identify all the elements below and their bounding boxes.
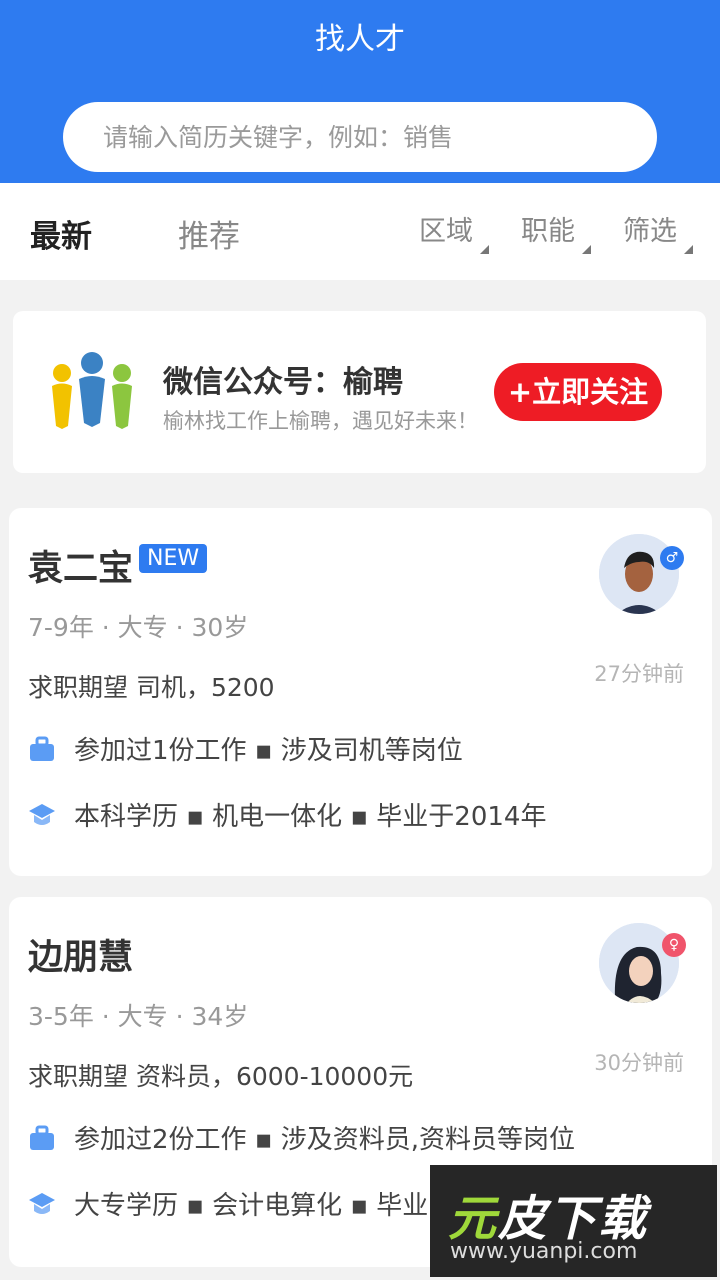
graduation-cap-icon (29, 803, 55, 825)
candidate-expectation: 求职期望 资料员，6000-10000元 (28, 1062, 414, 1091)
update-time: 27分钟前 (594, 662, 684, 686)
top-header: 找人才 (0, 0, 720, 183)
watermark-url: www.yuanpi.com (450, 1239, 638, 1264)
banner-subtitle: 榆林找工作上榆聘，遇见好未来！ (163, 409, 478, 433)
work-experience-text: 参加过2份工作 ▪ 涉及资料员,资料员等岗位 (74, 1125, 575, 1155)
briefcase-icon (30, 1125, 54, 1150)
candidate-name: 边朋慧 (28, 938, 134, 978)
male-icon: ♂ (660, 546, 684, 570)
work-experience-text: 参加过1份工作 ▪ 涉及司机等岗位 (74, 736, 463, 766)
dropdown-triangle-icon (582, 245, 591, 254)
female-icon: ♀ (662, 933, 686, 957)
tab-recommend[interactable]: 推荐 (178, 211, 240, 256)
candidate-meta: 3-5年 · 大专 · 34岁 (28, 1002, 249, 1031)
work-experience-row: 参加过2份工作 ▪ 涉及资料员,资料员等岗位 (28, 1119, 575, 1156)
briefcase-icon (30, 736, 54, 761)
filter-bar: 最新 推荐 区域 职能 筛选 (0, 183, 720, 280)
new-badge: NEW (139, 544, 208, 573)
search-input[interactable] (63, 102, 657, 172)
dropdown-triangle-icon (480, 245, 489, 254)
filter-area-label: 区域 (419, 216, 473, 247)
dropdown-triangle-icon (684, 245, 693, 254)
banner-title: 微信公众号：榆聘 (163, 365, 403, 400)
graduation-cap-icon (29, 1192, 55, 1214)
wechat-banner[interactable]: 微信公众号：榆聘 榆林找工作上榆聘，遇见好未来！ +立即关注 (13, 311, 706, 473)
education-row: 本科学历 ▪ 机电一体化 ▪ 毕业于2014年 (28, 796, 546, 833)
filter-function-label: 职能 (521, 216, 575, 247)
update-time: 30分钟前 (594, 1051, 684, 1075)
candidate-name: 袁二宝 (28, 549, 134, 589)
work-experience-row: 参加过1份工作 ▪ 涉及司机等岗位 (28, 730, 463, 767)
tab-latest[interactable]: 最新 (30, 211, 92, 256)
people-logo-icon (52, 352, 132, 429)
candidate-meta: 7-9年 · 大专 · 30岁 (28, 613, 249, 642)
candidate-card[interactable]: 袁二宝 NEW 7-9年 · 大专 · 30岁 求职期望 司机，5200 参加过… (9, 508, 712, 876)
candidate-expectation: 求职期望 司机，5200 (28, 673, 275, 702)
follow-button[interactable]: +立即关注 (494, 363, 662, 421)
education-row: 大专学历 ▪ 会计电算化 ▪ 毕业 (28, 1185, 428, 1222)
filter-area[interactable]: 区域 (419, 209, 489, 254)
education-text: 本科学历 ▪ 机电一体化 ▪ 毕业于2014年 (74, 802, 547, 832)
filter-screen[interactable]: 筛选 (623, 209, 693, 254)
filter-function[interactable]: 职能 (521, 209, 591, 254)
watermark: 元皮下载 www.yuanpi.com (430, 1165, 717, 1277)
education-text: 大专学历 ▪ 会计电算化 ▪ 毕业 (74, 1191, 429, 1221)
filter-screen-label: 筛选 (623, 216, 677, 247)
page-title: 找人才 (315, 22, 405, 57)
